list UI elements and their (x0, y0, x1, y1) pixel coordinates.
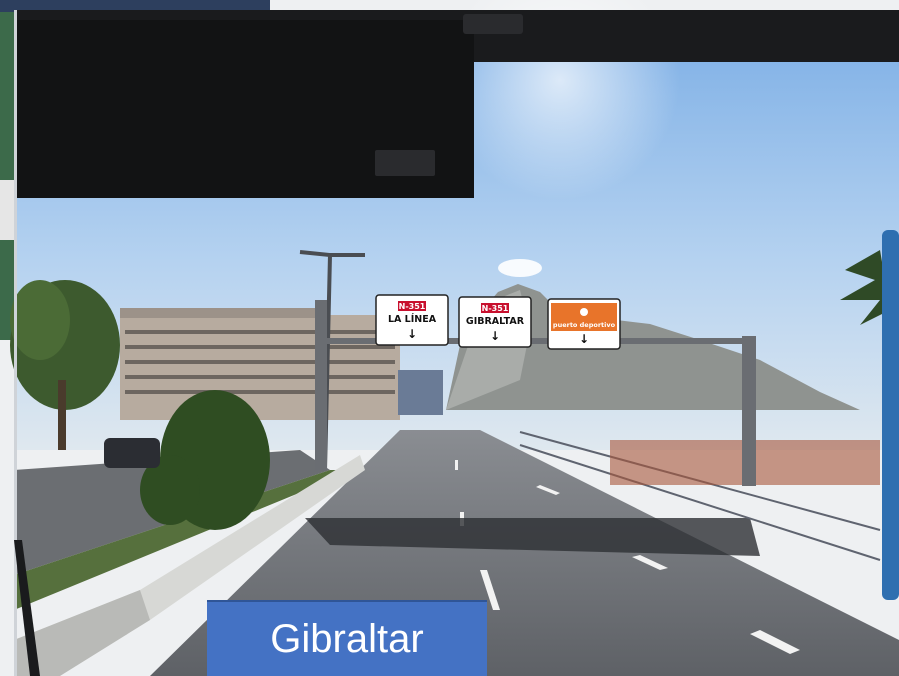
sign-destination: puerto deportivo (553, 321, 616, 329)
road-sign-la-linea: N-351 LA LÍNEA ↓ (375, 294, 449, 346)
parked-car (104, 438, 160, 468)
cloud (498, 259, 542, 277)
caption-label: Gibraltar (207, 600, 487, 676)
down-arrow-icon: ↓ (407, 327, 417, 341)
sign-destination: LA LÍNEA (388, 313, 437, 325)
road-sign-puerto-deportivo: puerto deportivo ↓ (547, 298, 621, 350)
down-arrow-icon: ↓ (490, 329, 500, 343)
sign-destination: GIBRALTAR (466, 316, 525, 327)
harbour-icon (580, 308, 588, 316)
down-arrow-icon: ↓ (579, 332, 589, 346)
road-sign-gibraltar: N-351 GIBRALTAR ↓ (458, 296, 532, 348)
sign-route-number: N-351 (482, 304, 509, 313)
sign-route-number: N-351 (399, 302, 426, 311)
bus-windshield-photo: N-351 LA LÍNEA ↓ N-351 GIBRALTAR ↓ puert… (0, 0, 899, 676)
